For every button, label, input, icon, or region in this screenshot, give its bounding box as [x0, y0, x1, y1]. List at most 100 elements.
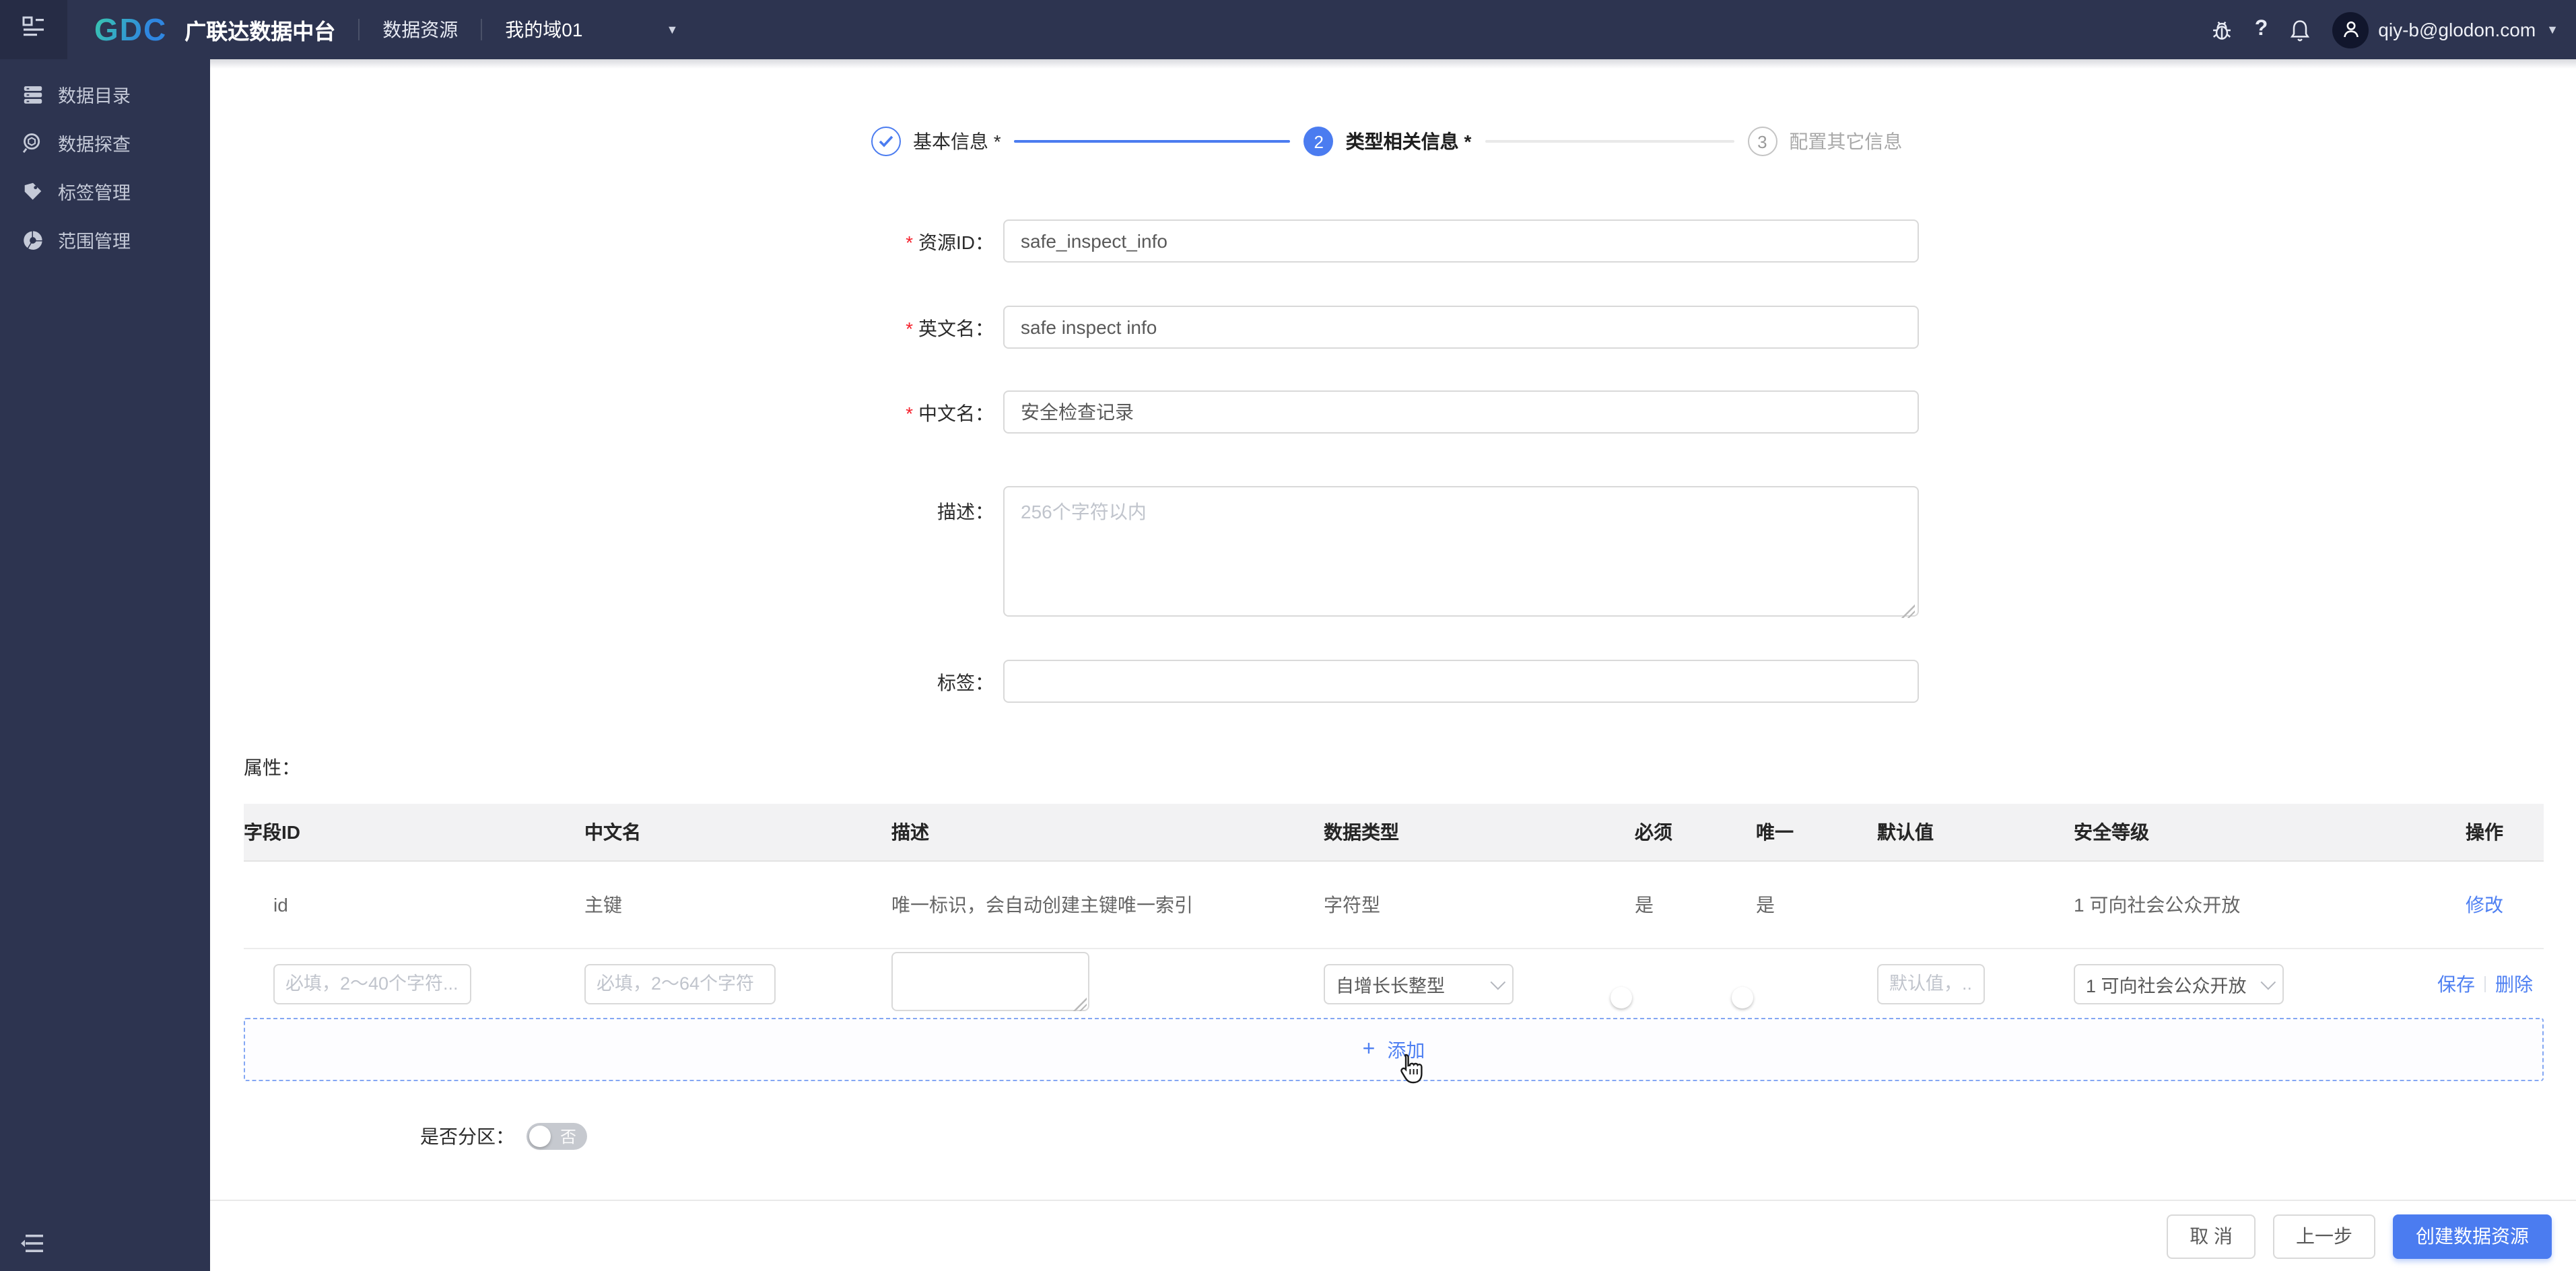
col-header-desc: 描述 [891, 821, 929, 843]
tags-label: 标签： [937, 672, 994, 693]
save-row-link[interactable]: 保存 [2437, 973, 2475, 994]
stepper: 基本信息 * 2 类型相关信息 * 3 配置其它信息 [871, 127, 1916, 156]
partition-label: 是否分区： [420, 1126, 514, 1147]
create-data-resource-button[interactable]: 创建数据资源 [2393, 1214, 2552, 1258]
col-header-unique: 唯一 [1756, 821, 1794, 843]
user-avatar[interactable] [2332, 11, 2369, 48]
step-3-label: 配置其它信息 [1789, 131, 1903, 152]
english-name-label: * 英文名： [906, 318, 994, 339]
sidebar-item-label: 数据目录 [58, 86, 131, 106]
apps-grid-button[interactable] [0, 0, 67, 59]
step-1-done-circle [871, 127, 901, 156]
chevron-down-icon[interactable]: ▼ [2546, 23, 2558, 36]
desc-textarea[interactable] [891, 952, 1089, 1011]
description-textarea[interactable] [1003, 486, 1919, 617]
cell-desc: 唯一标识，会自动创建主键唯一索引 [891, 894, 1193, 916]
main-content: 基本信息 * 2 类型相关信息 * 3 配置其它信息 *资源ID： *英文名： … [210, 59, 2576, 1200]
chevron-down-icon[interactable]: ▼ [666, 23, 678, 36]
help-icon: ? [2254, 18, 2268, 40]
cell-security: 1 可向社会公众开放 [2074, 894, 2241, 916]
collapse-sidebar-icon [21, 1235, 43, 1252]
product-title: 广联达数据中台 [184, 22, 336, 44]
footer-action-bar: 取 消 上一步 创建数据资源 [210, 1200, 2576, 1271]
apps-grid-icon [22, 14, 46, 45]
cell-data-type: 字符型 [1324, 894, 1380, 916]
bug-icon [2213, 20, 2231, 39]
resource-id-input[interactable] [1003, 219, 1919, 263]
data-catalog-icon [20, 82, 44, 106]
col-header-security: 安全等级 [2074, 821, 2149, 843]
bug-report-button[interactable] [2210, 18, 2235, 42]
nav-item-data-resource[interactable]: 数据资源 [382, 16, 458, 43]
partition-row: 是否分区： 否 [420, 1123, 587, 1150]
previous-step-button[interactable]: 上一步 [2273, 1214, 2375, 1258]
app-viewport: GDC 广联达数据中台 数据资源 我的域01 ▼ ? qiy-b@glodon.… [0, 0, 2576, 1271]
toggle-knob [1611, 986, 1632, 1008]
cell-required: 是 [1635, 894, 1654, 916]
required-mark: * [906, 232, 913, 253]
sidebar-item-label: 数据探查 [58, 135, 131, 155]
cancel-button[interactable]: 取 消 [2167, 1214, 2256, 1258]
sidebar-item-data-explore[interactable]: 数据探查 [0, 118, 210, 167]
toggle-knob [1732, 986, 1753, 1008]
resource-id-label: * 资源ID： [906, 232, 994, 253]
bell-icon [2291, 20, 2310, 41]
data-explore-icon [20, 131, 44, 155]
sidebar: 数据目录 数据探查 标签管理 范围管理 [0, 59, 210, 1271]
header-divider [358, 19, 360, 40]
header-shadow [210, 59, 2576, 69]
default-value-input[interactable] [1877, 963, 1985, 1004]
data-type-select[interactable]: 自增长长整型 [1324, 963, 1514, 1004]
field-id-input[interactable] [273, 963, 471, 1004]
delete-row-link[interactable]: 删除 [2495, 973, 2533, 994]
cell-unique: 是 [1756, 894, 1775, 916]
resize-grip-icon[interactable] [1073, 998, 1087, 1011]
sidebar-item-label: 范围管理 [58, 232, 131, 252]
plus-icon: + [1362, 1037, 1376, 1060]
edit-row-link[interactable]: 修改 [2409, 891, 2544, 918]
security-level-select[interactable]: 1 可向社会公众开放 [2074, 963, 2284, 1004]
domain-selector-label[interactable]: 我的域01 [505, 16, 582, 43]
tag-manage-icon [20, 179, 44, 203]
table-header-row: 字段ID 中文名 描述 数据类型 必须 唯一 默认值 安全等级 操作 [244, 804, 2544, 860]
sidebar-item-tag-manage[interactable]: 标签管理 [0, 167, 210, 215]
step-1-label: 基本信息 * [913, 131, 1001, 152]
required-mark: * [906, 403, 913, 424]
col-header-field-id: 字段ID [244, 821, 300, 843]
chinese-name-input[interactable] [1003, 390, 1919, 434]
resize-grip-icon[interactable] [1901, 605, 1915, 618]
table-editor-row: 自增长长整型 是 是 [244, 949, 2544, 1018]
chevron-down-icon [1490, 973, 1506, 990]
col-header-data-type: 数据类型 [1324, 821, 1399, 843]
cell-cn-name: 主键 [584, 894, 622, 916]
person-icon [2343, 21, 2359, 38]
check-icon [879, 135, 893, 147]
partition-toggle[interactable]: 否 [527, 1123, 587, 1150]
col-header-action: 操作 [2466, 821, 2503, 843]
cn-name-input[interactable] [584, 963, 776, 1004]
scope-manage-icon [20, 228, 44, 252]
step-3-circle: 3 [1747, 127, 1777, 156]
tags-input[interactable] [1003, 660, 1919, 703]
sidebar-collapse-button[interactable] [20, 1233, 44, 1255]
top-header-bar: GDC 广联达数据中台 数据资源 我的域01 ▼ ? qiy-b@glodon.… [0, 0, 2576, 59]
step-connector-pending [1485, 140, 1734, 143]
step-connector-done [1014, 140, 1291, 143]
step-2-label: 类型相关信息 * [1345, 131, 1472, 152]
action-divider [2484, 975, 2486, 992]
required-mark: * [906, 318, 913, 339]
add-field-label: 添加 [1387, 1039, 1425, 1060]
cell-field-id: id [273, 894, 288, 916]
chevron-down-icon [2260, 973, 2276, 990]
help-button[interactable]: ? [2255, 18, 2268, 42]
header-divider [481, 19, 483, 40]
add-field-button[interactable]: + 添加 [244, 1018, 2544, 1081]
gdc-logo: GDC [94, 11, 168, 46]
table-row-id: id 主键 唯一标识，会自动创建主键唯一索引 字符型 是 是 1 可向社会公众开… [244, 860, 2544, 949]
sidebar-item-scope-manage[interactable]: 范围管理 [0, 215, 210, 264]
user-email[interactable]: qiy-b@glodon.com [2378, 19, 2536, 40]
notifications-button[interactable] [2288, 18, 2312, 42]
english-name-input[interactable] [1003, 306, 1919, 349]
attributes-table: 字段ID 中文名 描述 数据类型 必须 唯一 默认值 安全等级 操作 id 主键… [244, 804, 2544, 1018]
sidebar-item-data-catalog[interactable]: 数据目录 [0, 70, 210, 118]
